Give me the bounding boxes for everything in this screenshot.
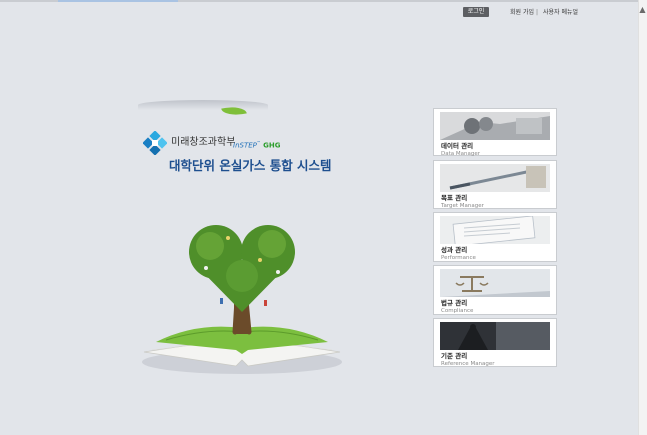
menu-title: 데이터 관리 [441, 142, 474, 150]
menu-card-performance[interactable]: 성과 관리 Performance [433, 212, 557, 262]
menu-card-data[interactable]: 데이터 관리 Data Manager [433, 108, 557, 157]
data-manager-image [440, 112, 550, 140]
scroll-up-arrow-icon[interactable]: ▲ [639, 6, 646, 14]
vertical-scrollbar[interactable]: ▲ [638, 0, 647, 435]
menu-card-compliance[interactable]: 법규 관리 Compliance [433, 265, 557, 315]
menu-card-target[interactable]: 목표 관리 Target Manager [433, 160, 557, 209]
menu-title: 기준 관리 [441, 352, 468, 360]
tree-book-illustration [142, 225, 342, 374]
ministry-name: 미래창조과학부 [171, 137, 236, 148]
menu-card-reference[interactable]: 기준 관리 Reference Manager [433, 318, 557, 367]
instep-ghg-logo: InSTEP™ GHG [233, 140, 281, 150]
login-button[interactable]: 로그인 [463, 7, 489, 17]
menu-subtitle: Reference Manager [441, 361, 495, 367]
menu-subtitle: Performance [441, 255, 476, 261]
menu-title: 목표 관리 [441, 194, 468, 202]
signup-link[interactable]: 회원 가입 [510, 8, 534, 17]
menu-subtitle: Compliance [441, 308, 474, 314]
header-separator: | [536, 9, 539, 16]
system-title: 대학단위 온실가스 통합 시스템 [169, 158, 332, 173]
header-shadow [138, 100, 268, 110]
menu-subtitle: Data Manager [441, 151, 480, 157]
main-page: 로그인 회원 가입 | 사용자 메뉴얼 미래창조과학부 InSTEP™ GHG … [0, 0, 638, 435]
ministry-logo-icon [143, 131, 167, 155]
tab-indicator [58, 0, 178, 2]
menu-title: 법규 관리 [441, 299, 468, 307]
menu-subtitle: Target Manager [441, 203, 484, 209]
reference-manager-image [440, 322, 550, 350]
top-rule [0, 0, 638, 2]
target-manager-image [440, 164, 550, 192]
compliance-image [440, 269, 550, 297]
user-manual-link[interactable]: 사용자 메뉴얼 [543, 8, 578, 17]
performance-image [440, 216, 550, 244]
menu-title: 성과 관리 [441, 246, 468, 254]
